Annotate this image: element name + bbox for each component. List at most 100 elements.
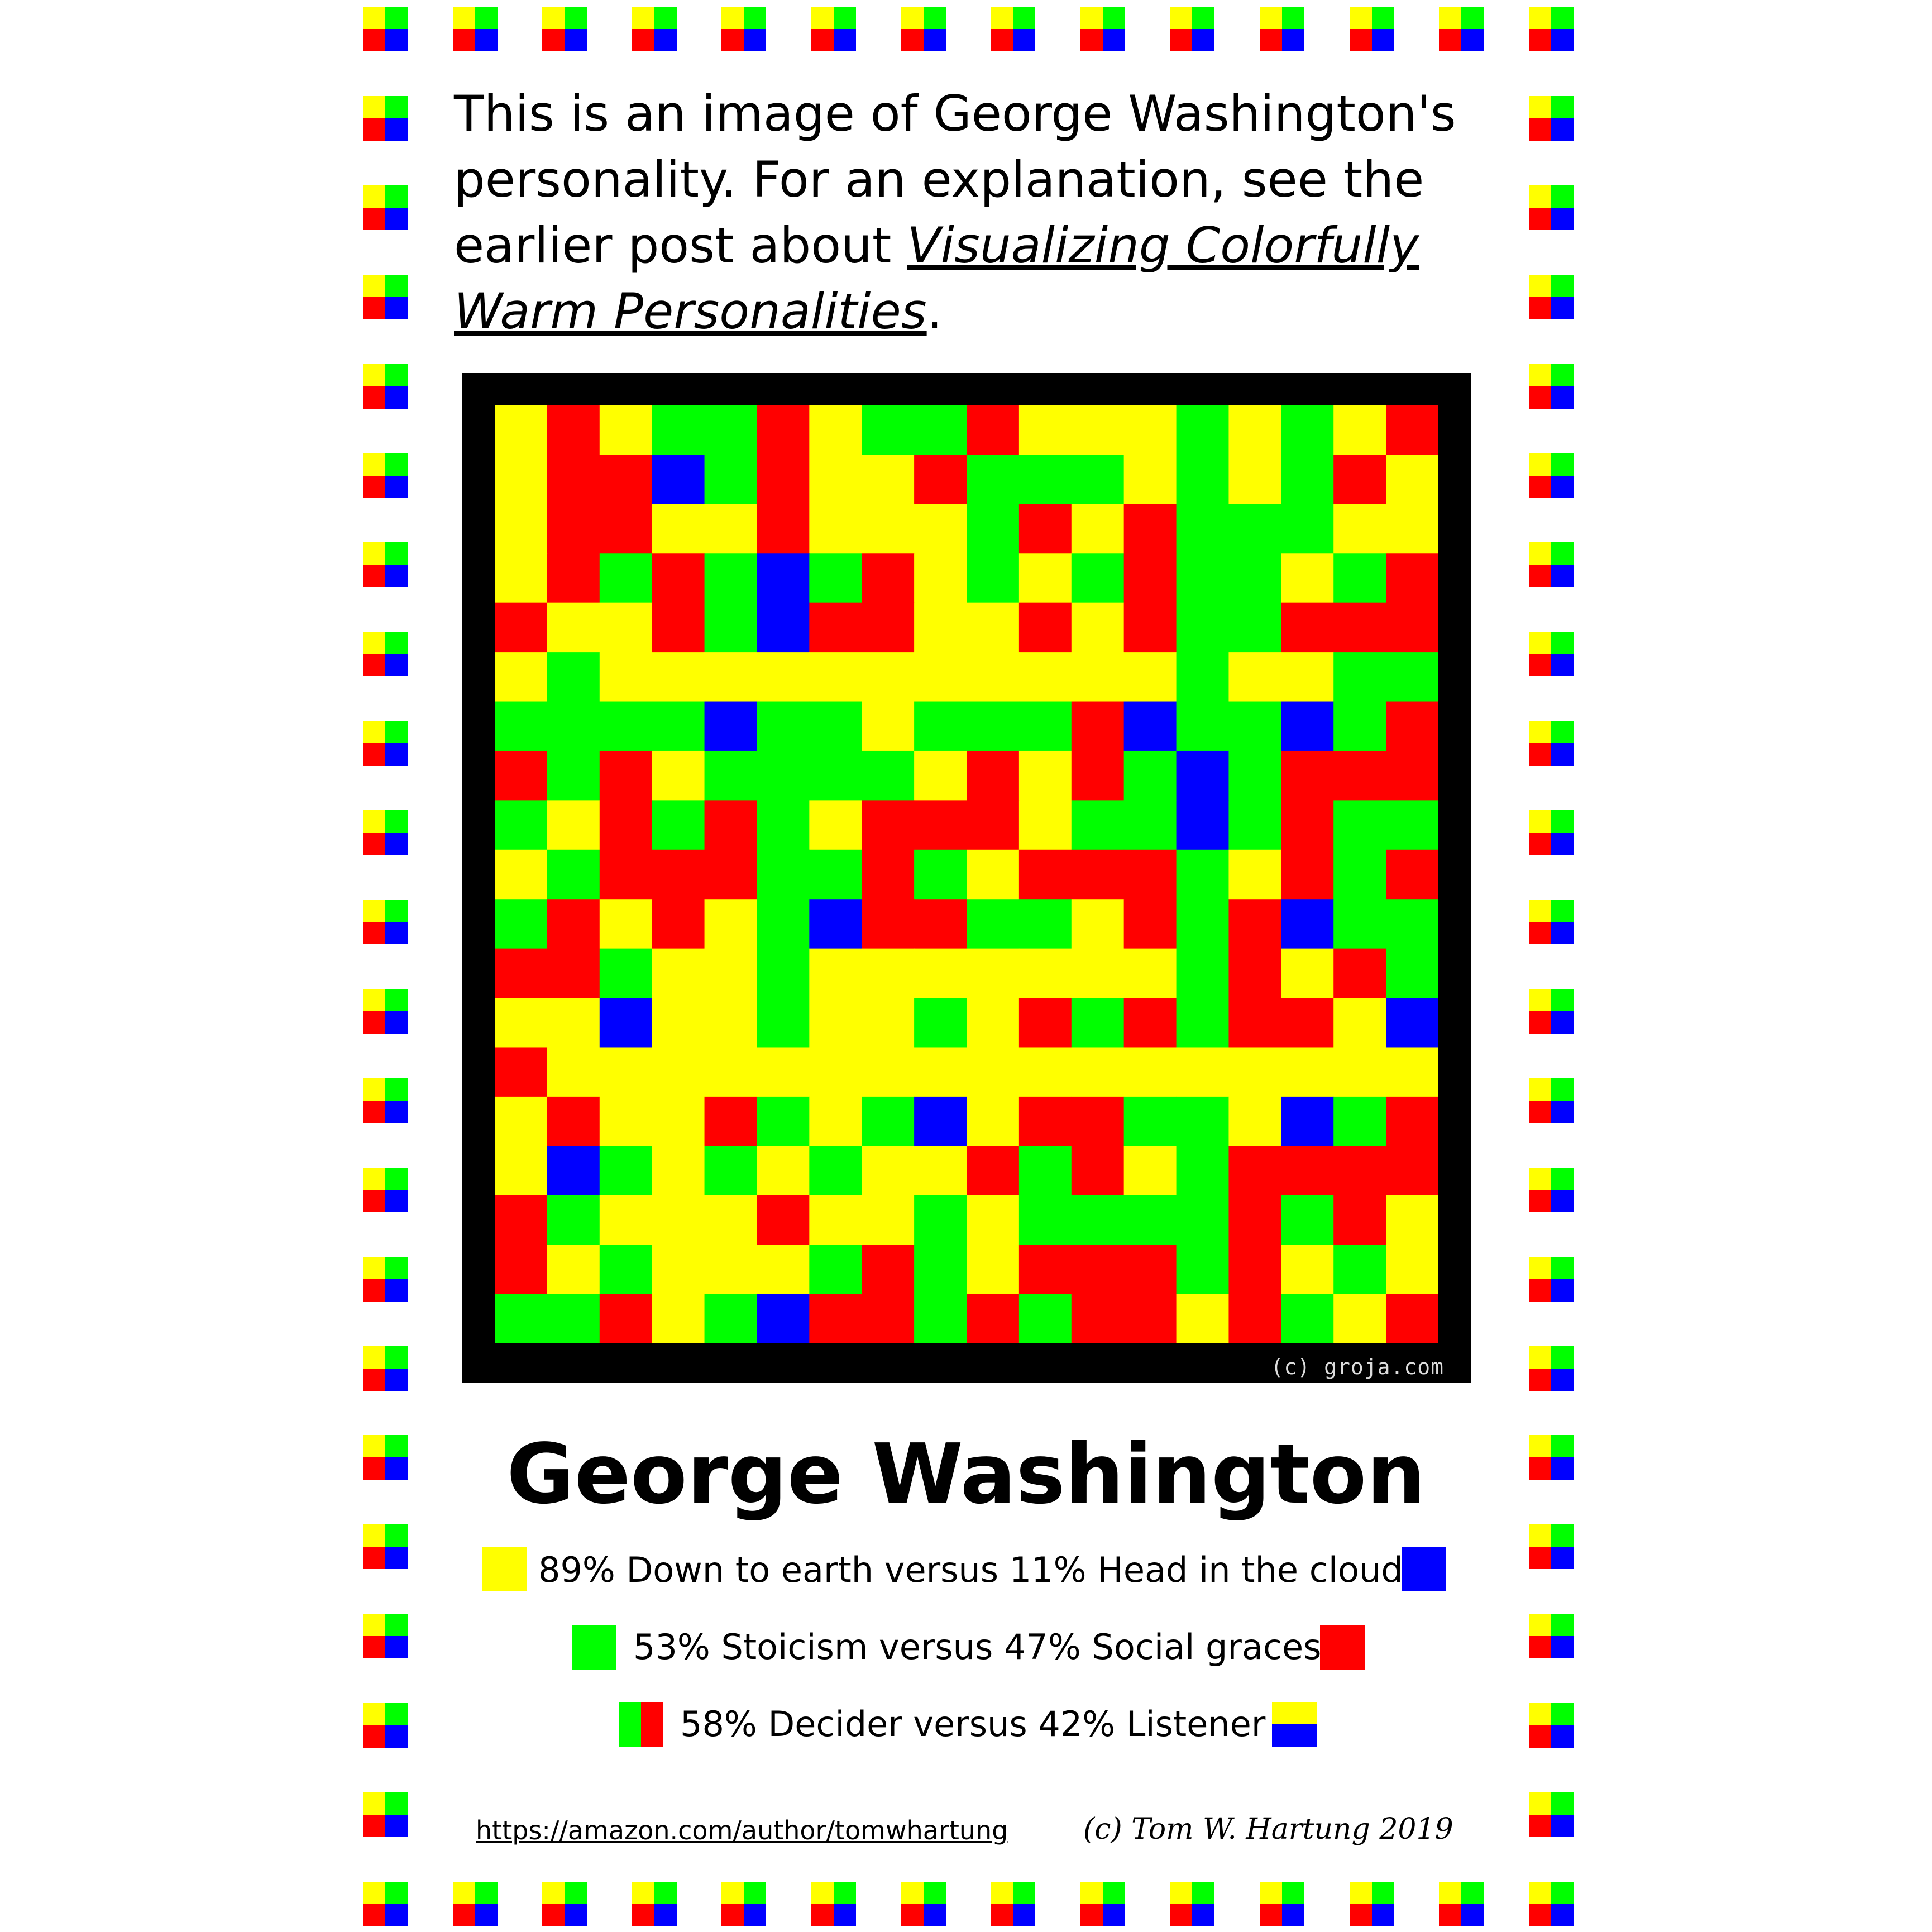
mosaic-cell <box>1123 405 1177 456</box>
mosaic-cell <box>809 1245 862 1295</box>
mosaic-cell <box>1386 1195 1438 1245</box>
mosaic-cell <box>652 750 705 801</box>
mosaic-cell <box>809 553 862 604</box>
mosaic-cell <box>862 602 915 653</box>
mosaic-cell <box>599 750 653 801</box>
mosaic-cell <box>1123 899 1177 949</box>
mosaic-cell <box>862 998 915 1048</box>
mosaic-cell <box>757 701 810 752</box>
mosaic-cell <box>862 899 915 949</box>
mosaic-cell <box>1386 1146 1438 1196</box>
mosaic-cell <box>704 553 758 604</box>
border-color-square <box>1260 1882 1304 1926</box>
mosaic-cell <box>1018 504 1072 554</box>
mosaic-cell <box>1228 652 1281 702</box>
border-color-square <box>1170 1882 1214 1926</box>
mosaic-cell <box>1018 405 1072 456</box>
mosaic-cell <box>495 750 548 801</box>
mosaic-cell <box>1386 602 1438 653</box>
mosaic-cell <box>1123 1195 1177 1245</box>
mosaic-cell <box>757 1096 810 1146</box>
mosaic-cell <box>914 1146 967 1196</box>
mosaic-cell <box>757 1195 810 1245</box>
mosaic-cell <box>1176 455 1230 505</box>
mosaic-cell <box>914 948 967 998</box>
mosaic-cell <box>599 1195 653 1245</box>
mosaic-cell <box>1281 1047 1334 1097</box>
mosaic-cell <box>967 1294 1020 1343</box>
mosaic-cell <box>1333 750 1386 801</box>
mosaic-cell <box>495 1195 548 1245</box>
mosaic-cell <box>757 602 810 653</box>
mosaic-cell <box>599 652 653 702</box>
mosaic-cell <box>1123 750 1177 801</box>
mosaic-cell <box>495 1047 548 1097</box>
mosaic-cell <box>1123 800 1177 850</box>
mosaic-cell <box>1333 948 1386 998</box>
mosaic-cell <box>1228 455 1281 505</box>
mosaic-cell <box>914 1195 967 1245</box>
border-color-square <box>1529 1792 1574 1837</box>
mosaic-cell <box>1228 750 1281 801</box>
mosaic-cell <box>967 849 1020 900</box>
border-color-square <box>363 1168 408 1212</box>
mosaic-cell <box>1228 504 1281 554</box>
mosaic-cell <box>1228 1195 1281 1245</box>
border-color-square <box>1529 1614 1574 1658</box>
stoicism-swatch <box>572 1625 616 1670</box>
mosaic-cell <box>1018 899 1072 949</box>
mosaic-cell <box>495 899 548 949</box>
mosaic-cell <box>1071 553 1125 604</box>
border-color-square <box>1439 1882 1484 1926</box>
mosaic-cell <box>495 948 548 998</box>
border-color-square <box>1529 453 1574 498</box>
mosaic-cell <box>1281 750 1334 801</box>
mosaic-cell <box>704 800 758 850</box>
border-color-square <box>363 1882 408 1926</box>
mosaic-cell <box>1071 405 1125 456</box>
border-color-square <box>363 1257 408 1302</box>
mosaic-cell <box>1071 701 1125 752</box>
mosaic-cell <box>967 1047 1020 1097</box>
mosaic-cell <box>704 504 758 554</box>
mosaic-cell <box>1018 1146 1072 1196</box>
mosaic-cell <box>967 800 1020 850</box>
mosaic-cell <box>1176 849 1230 900</box>
mosaic-cell <box>599 602 653 653</box>
mosaic-cell <box>547 455 600 505</box>
mosaic-cell <box>1071 1047 1125 1097</box>
border-color-square <box>1080 7 1125 51</box>
mosaic-cell <box>1281 899 1334 949</box>
mosaic-cell <box>652 652 705 702</box>
mosaic-cell <box>757 455 810 505</box>
mosaic-cell <box>1228 800 1281 850</box>
mosaic-cell <box>1386 849 1438 900</box>
author-link[interactable]: https://amazon.com/author/tomwhartung <box>476 1814 1008 1847</box>
mosaic-cell <box>967 1245 1020 1295</box>
border-color-square <box>1260 7 1304 51</box>
mosaic-cell <box>757 652 810 702</box>
mosaic-cell <box>967 701 1020 752</box>
mosaic-cell <box>1333 553 1386 604</box>
mosaic-cell <box>809 849 862 900</box>
mosaic-cell <box>967 553 1020 604</box>
mosaic-cell <box>547 1245 600 1295</box>
mosaic-cell <box>1228 948 1281 998</box>
mosaic-cell <box>967 1096 1020 1146</box>
mosaic-cell <box>757 899 810 949</box>
trait-decider-vs-listener: 58% Decider versus 42% Listener <box>680 1704 1266 1744</box>
mosaic-cell <box>599 553 653 604</box>
mosaic-cell <box>1123 849 1177 900</box>
mosaic-cell <box>652 553 705 604</box>
border-color-square <box>811 1882 856 1926</box>
mosaic-cell <box>1018 800 1072 850</box>
mosaic-cell <box>1071 1195 1125 1245</box>
mosaic-cell <box>547 405 600 456</box>
person-name: George Washington <box>506 1426 1426 1522</box>
mosaic-cell <box>1333 1294 1386 1343</box>
mosaic-cell <box>914 405 967 456</box>
mosaic-cell <box>1333 849 1386 900</box>
mosaic-cell <box>1123 1047 1177 1097</box>
mosaic-cell <box>1228 701 1281 752</box>
mosaic-cell <box>809 504 862 554</box>
